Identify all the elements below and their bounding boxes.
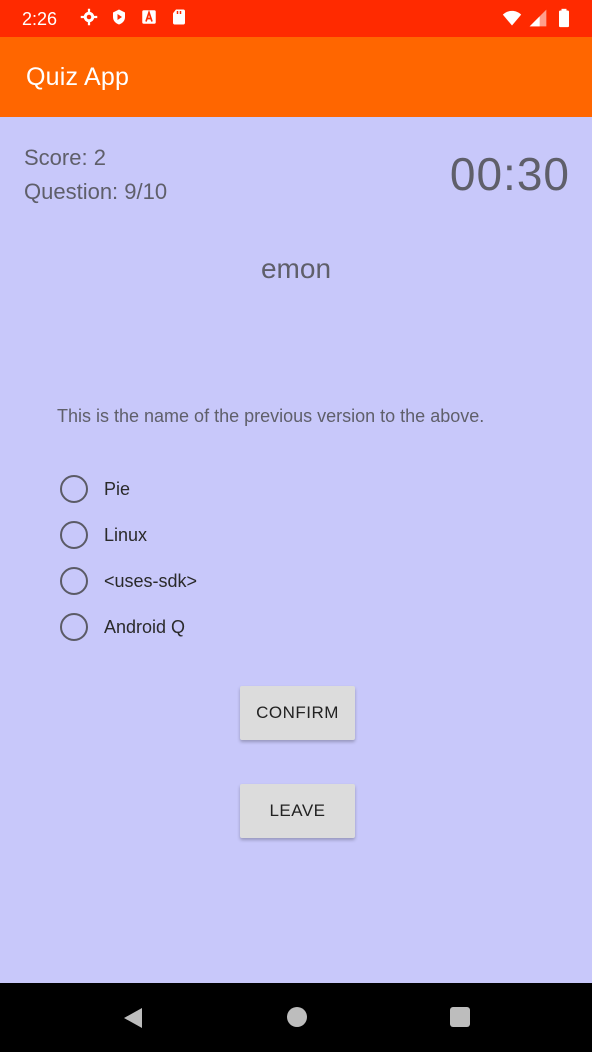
status-bar: 2:26 bbox=[0, 0, 592, 37]
settings-icon bbox=[80, 8, 98, 26]
option-label: <uses-sdk> bbox=[104, 570, 198, 591]
leave-button[interactable]: LEAVE bbox=[240, 784, 355, 838]
status-time: 2:26 bbox=[22, 9, 58, 29]
home-icon[interactable] bbox=[287, 1007, 307, 1027]
option-label: Linux bbox=[104, 524, 148, 545]
recents-icon[interactable] bbox=[450, 1007, 470, 1027]
score-label: Score: 2 bbox=[24, 145, 106, 170]
app-title: Quiz App bbox=[26, 63, 130, 91]
radio-button[interactable] bbox=[60, 475, 88, 503]
app-bar: Quiz App bbox=[0, 37, 592, 117]
countdown-timer: 00:30 bbox=[449, 148, 570, 200]
answer-options: Pie Linux <uses-sdk> Android Q bbox=[60, 466, 197, 650]
option-linux[interactable]: Linux bbox=[60, 512, 197, 558]
signal-icon bbox=[529, 9, 547, 27]
question-text: This is the name of the previous version… bbox=[57, 406, 485, 426]
question-counter: Question: 9/10 bbox=[24, 179, 168, 204]
confirm-button[interactable]: CONFIRM bbox=[240, 686, 355, 740]
quiz-screen: Score: 2 Question: 9/10 00:30 emon This … bbox=[0, 117, 592, 983]
option-pie[interactable]: Pie bbox=[60, 466, 197, 512]
status-notification-icons bbox=[80, 8, 188, 26]
a-icon bbox=[142, 9, 156, 24]
radio-button[interactable] bbox=[60, 613, 88, 641]
option-android-q[interactable]: Android Q bbox=[60, 604, 197, 650]
battery-icon bbox=[559, 8, 569, 28]
status-system-icons bbox=[502, 8, 574, 28]
radio-button[interactable] bbox=[60, 521, 88, 549]
option-uses-sdk[interactable]: <uses-sdk> bbox=[60, 558, 197, 604]
sd-card-icon bbox=[173, 9, 185, 25]
option-label: Pie bbox=[104, 478, 131, 499]
shield-icon bbox=[113, 9, 125, 25]
wifi-icon bbox=[502, 10, 522, 26]
option-label: Android Q bbox=[104, 616, 186, 637]
radio-button[interactable] bbox=[60, 567, 88, 595]
back-icon[interactable] bbox=[122, 1006, 144, 1030]
question-word: emon bbox=[260, 253, 332, 284]
navigation-bar bbox=[0, 983, 592, 1052]
